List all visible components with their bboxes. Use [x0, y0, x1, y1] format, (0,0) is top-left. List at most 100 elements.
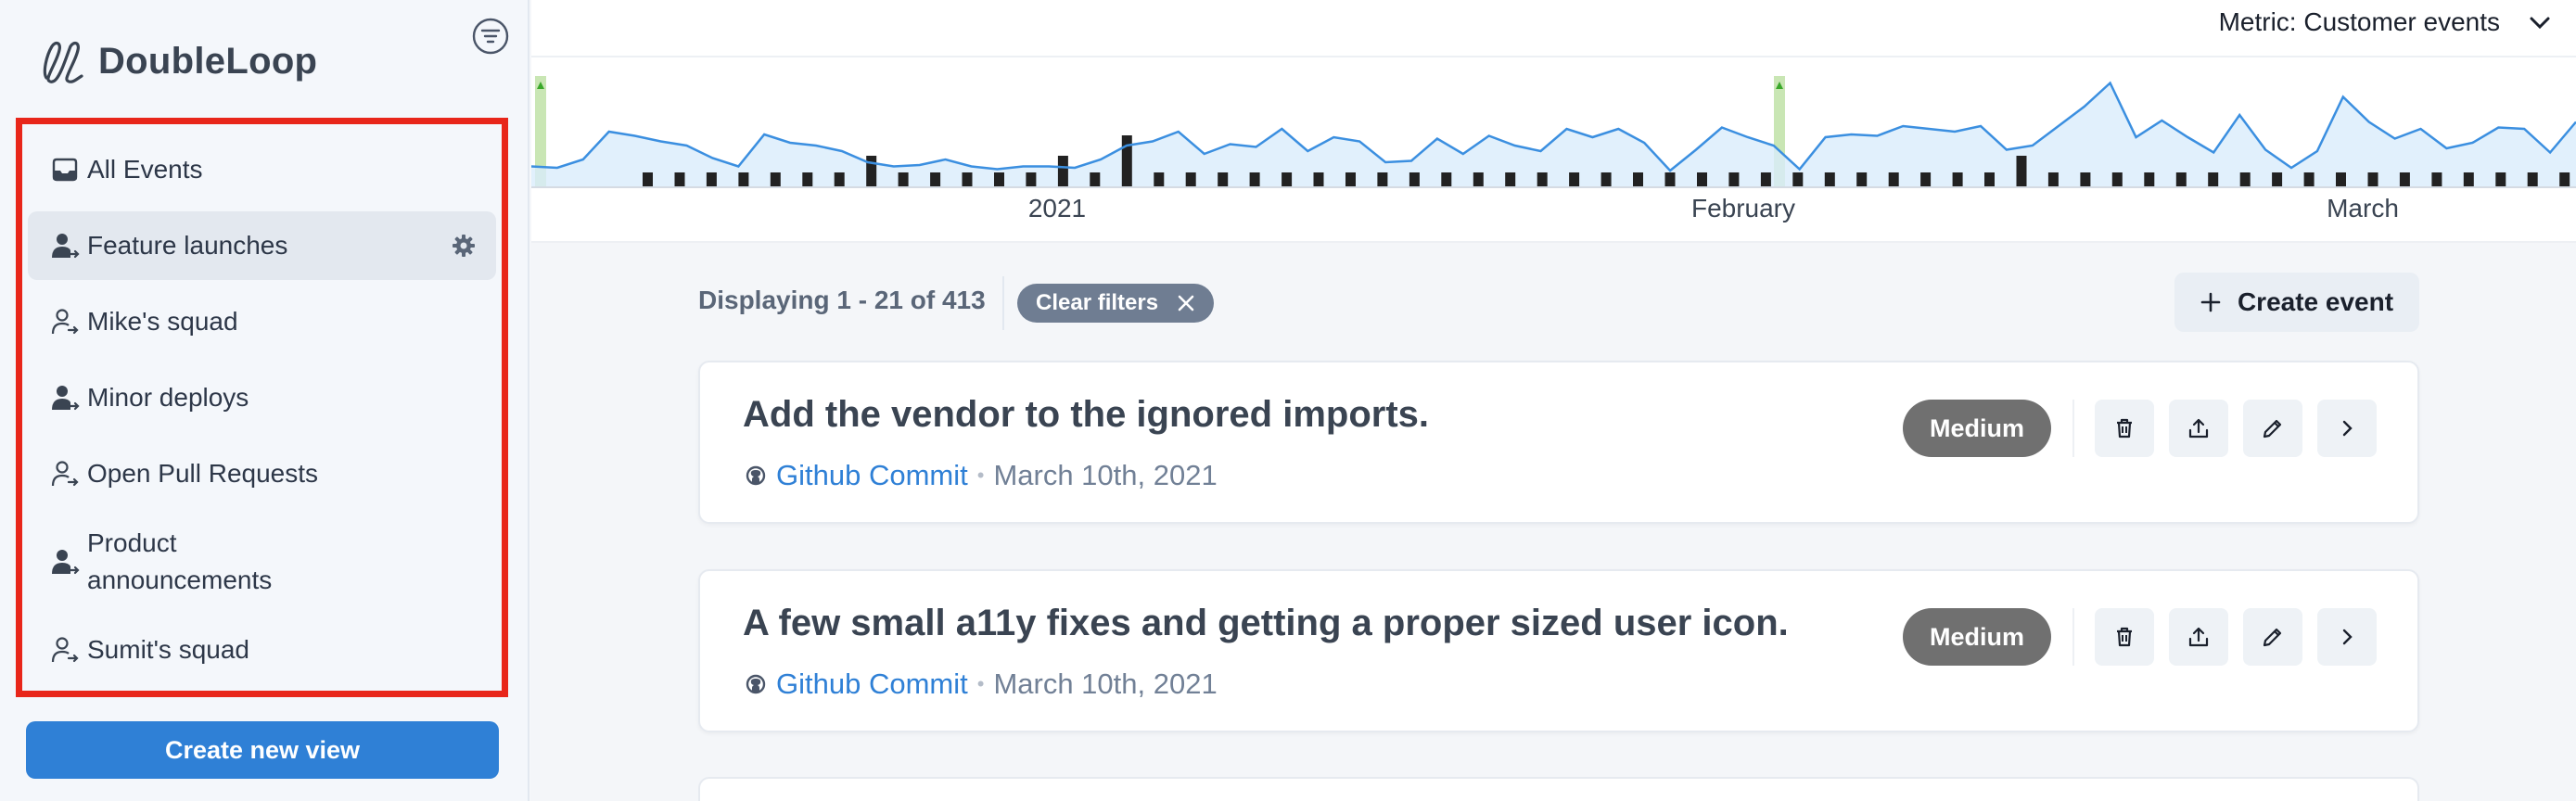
event-source-link[interactable]: Github Commit	[776, 668, 968, 701]
chart-canvas[interactable]: 2021 February March	[531, 57, 2576, 243]
event-count-bar[interactable]	[2144, 172, 2155, 187]
event-count-bar[interactable]	[1952, 172, 1963, 187]
event-count-bar[interactable]	[738, 172, 749, 187]
event-count-bar[interactable]	[1026, 172, 1037, 187]
event-count-bar[interactable]	[834, 172, 845, 187]
open-details-button[interactable]	[2317, 400, 2377, 457]
edit-button[interactable]	[2243, 608, 2302, 666]
event-count-bar[interactable]	[1409, 172, 1420, 187]
event-count-bar[interactable]	[2431, 172, 2442, 187]
delete-button[interactable]	[2095, 400, 2154, 457]
create-new-view-button[interactable]: Create new view	[26, 721, 499, 779]
share-button[interactable]	[2169, 400, 2228, 457]
event-card-partial[interactable]	[698, 777, 2419, 801]
event-count-bar[interactable]	[1984, 172, 1995, 187]
event-count-bar[interactable]	[994, 172, 1004, 187]
gear-icon[interactable]	[452, 234, 476, 258]
month-label-february: February	[1691, 194, 1795, 222]
event-count-bar[interactable]	[1600, 172, 1612, 187]
event-count-bar[interactable]	[2463, 172, 2474, 187]
view-item-minor-deploys[interactable]: Minor deploys	[28, 363, 496, 432]
view-item-all-events[interactable]: All Events	[28, 135, 496, 204]
event-count-bar[interactable]	[2495, 172, 2506, 187]
event-count-bar[interactable]	[930, 172, 941, 187]
event-count-bar[interactable]	[2399, 172, 2410, 187]
event-count-bar[interactable]	[1121, 135, 1132, 187]
event-count-bar[interactable]	[2303, 172, 2315, 187]
event-count-bar[interactable]	[2239, 172, 2251, 187]
event-count-bar[interactable]	[2527, 172, 2538, 187]
event-title[interactable]: Add the vendor to the ignored imports.	[743, 394, 1429, 436]
user-filled-icon	[52, 234, 80, 259]
event-count-bar[interactable]	[962, 172, 973, 187]
view-item-open-pull-requests[interactable]: Open Pull Requests	[28, 439, 496, 508]
event-count-bar[interactable]	[2336, 172, 2346, 187]
event-count-bar[interactable]	[1792, 172, 1804, 187]
event-count-bar[interactable]	[770, 172, 781, 187]
pencil-icon	[2263, 419, 2282, 439]
event-source-link[interactable]: Github Commit	[776, 459, 968, 492]
event-count-bar[interactable]	[1664, 172, 1676, 187]
event-count-bar[interactable]	[1633, 172, 1643, 187]
event-count-bar[interactable]	[1760, 172, 1771, 187]
view-item-product-announcements[interactable]: Product announcements	[28, 515, 496, 608]
event-count-bar[interactable]	[1057, 156, 1068, 187]
event-count-bar[interactable]	[706, 172, 717, 187]
event-count-bar[interactable]	[2111, 172, 2123, 187]
event-count-bar[interactable]	[2047, 172, 2059, 187]
event-count-bar[interactable]	[2208, 172, 2219, 187]
open-details-button[interactable]	[2317, 608, 2377, 666]
view-item-sumits-squad[interactable]: Sumit's squad	[28, 616, 496, 684]
event-count-bar[interactable]	[1537, 172, 1548, 187]
event-count-bar[interactable]	[2559, 172, 2570, 187]
share-button[interactable]	[2169, 608, 2228, 666]
create-event-button[interactable]: Create event	[2174, 273, 2419, 332]
event-count-bar[interactable]	[643, 172, 653, 187]
event-count-bar[interactable]	[2175, 172, 2187, 187]
event-card[interactable]: Add the vendor to the ignored imports. G…	[698, 361, 2419, 524]
event-count-bar[interactable]	[1728, 172, 1740, 187]
clear-filters-chip[interactable]: Clear filters	[1017, 284, 1215, 323]
event-count-bar[interactable]	[2272, 172, 2283, 187]
metric-select[interactable]: Metric: Customer events	[2219, 7, 2552, 37]
event-count-bar[interactable]	[1218, 172, 1229, 187]
event-count-bar[interactable]	[1282, 172, 1293, 187]
event-count-bar[interactable]	[866, 156, 877, 187]
delete-button[interactable]	[2095, 608, 2154, 666]
event-count-bar[interactable]	[802, 172, 813, 187]
event-count-bar[interactable]	[1888, 172, 1899, 187]
filter-icon[interactable]	[471, 17, 510, 56]
event-count-bar[interactable]	[1920, 172, 1932, 187]
upload-icon	[2188, 418, 2209, 439]
view-label: All Events	[87, 155, 203, 184]
event-count-bar[interactable]	[1856, 172, 1868, 187]
event-count-bar[interactable]	[1697, 172, 1707, 187]
view-label: Feature launches	[87, 231, 288, 260]
event-card[interactable]: A few small a11y fixes and getting a pro…	[698, 569, 2419, 732]
event-count-bar[interactable]	[2016, 156, 2027, 187]
view-item-mikes-squad[interactable]: Mike's squad	[28, 287, 496, 356]
event-count-bar[interactable]	[1505, 172, 1516, 187]
event-count-bar[interactable]	[898, 172, 909, 187]
event-count-bar[interactable]	[1473, 172, 1484, 187]
event-count-bar[interactable]	[1345, 172, 1356, 187]
event-count-bar[interactable]	[1249, 172, 1260, 187]
event-title[interactable]: A few small a11y fixes and getting a pro…	[743, 603, 1789, 644]
event-count-bar[interactable]	[1569, 172, 1580, 187]
event-count-bar[interactable]	[1824, 172, 1835, 187]
close-icon[interactable]	[1177, 294, 1195, 312]
event-count-bar[interactable]	[1441, 172, 1452, 187]
edit-button[interactable]	[2243, 400, 2302, 457]
event-meta: Github Commit • March 10th, 2021	[745, 459, 1218, 492]
view-item-feature-launches[interactable]: Feature launches	[28, 211, 496, 280]
brand[interactable]: DoubleLoop	[41, 37, 317, 85]
event-count-bar[interactable]	[1313, 172, 1324, 187]
event-count-bar[interactable]	[1154, 172, 1165, 187]
event-count-bar[interactable]	[674, 172, 685, 187]
event-count-bar[interactable]	[2367, 172, 2378, 187]
event-count-bar[interactable]	[2080, 172, 2091, 187]
event-count-bar[interactable]	[1185, 172, 1196, 187]
event-count-bar[interactable]	[1090, 172, 1101, 187]
event-count-bar[interactable]	[1377, 172, 1388, 187]
card-divider	[2072, 400, 2074, 457]
